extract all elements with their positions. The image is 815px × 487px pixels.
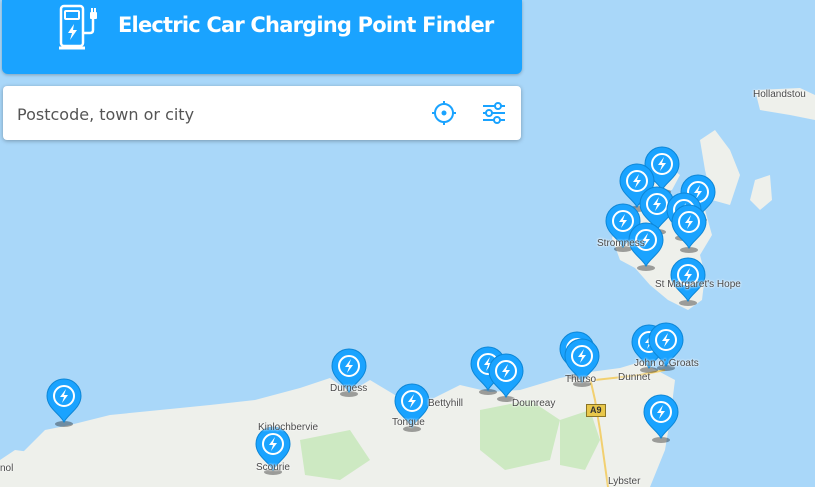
location-search-input[interactable] [15,100,399,128]
place-label: Stromness [597,238,645,249]
place-label: Dunnet [618,372,651,383]
filters-button[interactable] [480,99,508,127]
place-label: Lybster [608,476,641,487]
place-label: Tongue [392,417,425,428]
app-title: Electric Car Charging Point Finder [118,13,494,37]
place-label: Scourie [256,462,290,473]
place-label: John o' Groats [634,358,699,369]
crosshair-icon [432,101,456,125]
charging-station-icon [59,4,97,50]
sliders-icon [483,102,505,124]
place-label: Hollandstou [753,89,806,100]
place-label: Kinlochbervie [258,422,319,433]
place-label: Dounreay [512,398,556,409]
search-bar [3,86,521,140]
place-label: Bettyhill [428,398,464,409]
locate-me-button[interactable] [430,99,458,127]
place-label: nol [0,463,14,474]
place-label: Durness [330,383,368,394]
road-sign-a9: A9 [586,404,606,417]
place-label: Thurso [565,374,597,385]
app-header: Electric Car Charging Point Finder [2,0,522,74]
place-label: St Margaret's Hope [655,279,741,290]
